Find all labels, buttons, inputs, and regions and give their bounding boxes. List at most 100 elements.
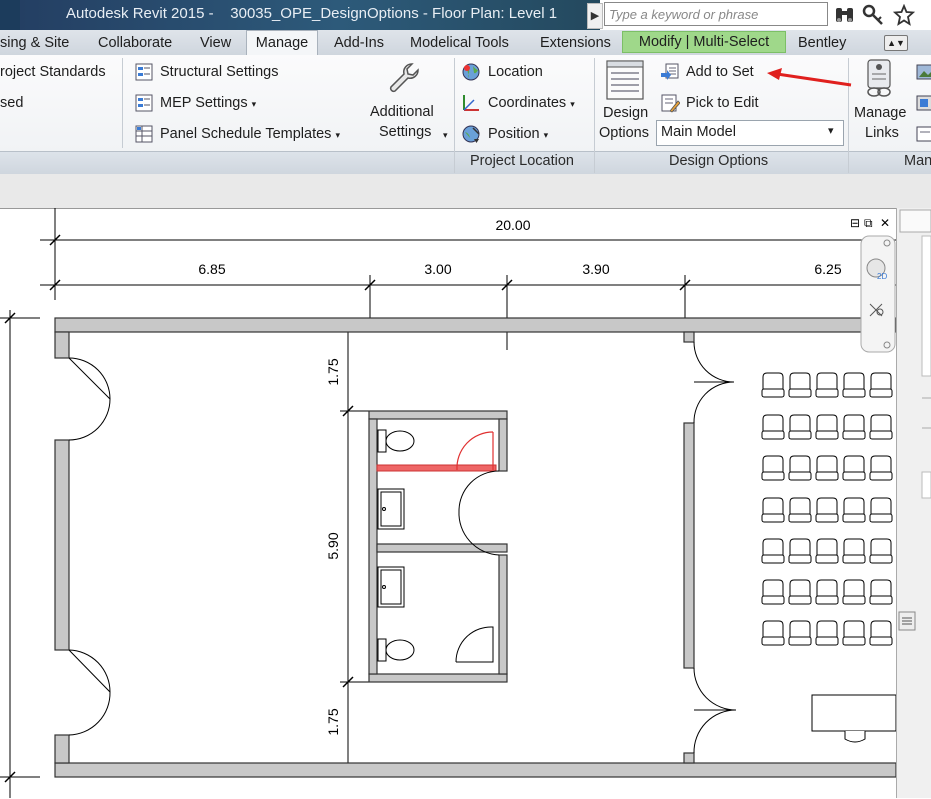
- purge-unused-button[interactable]: sed: [0, 95, 23, 111]
- floor-plan-drawing[interactable]: 20.00 6.85 3.00 3.90 6.25 1.75 5.90 1.75…: [0, 208, 896, 798]
- manage-images-icon[interactable]: [915, 62, 931, 82]
- view-close-button[interactable]: ✕: [880, 216, 890, 230]
- window-title: Autodesk Revit 2015 - 30035_OPE_DesignOp…: [66, 5, 558, 22]
- seat: [842, 414, 866, 440]
- search-input[interactable]: Type a keyword or phrase: [604, 2, 828, 26]
- seat: [869, 497, 893, 523]
- tab-modelical-tools[interactable]: Modelical Tools: [410, 33, 509, 54]
- dimension-seg4: 6.25: [814, 261, 841, 277]
- design-options-button-line1[interactable]: Design: [603, 105, 648, 121]
- seat: [815, 538, 839, 564]
- seat: [842, 579, 866, 605]
- add-to-set-button[interactable]: Add to Set: [686, 64, 754, 80]
- seat: [869, 579, 893, 605]
- properties-panel-fragment: [898, 209, 931, 631]
- tab-manage[interactable]: Manage: [246, 30, 318, 55]
- position-label: Position: [488, 126, 540, 142]
- navigation-bar[interactable]: 2D: [860, 235, 896, 353]
- seat: [815, 579, 839, 605]
- panel-schedule-templates-button[interactable]: Panel Schedule Templates ▾: [160, 126, 340, 142]
- star-icon[interactable]: [893, 4, 915, 26]
- tab-add-ins[interactable]: Add-Ins: [334, 33, 384, 54]
- dimension-seg1: 6.85: [198, 261, 225, 277]
- dimension-lines: [0, 208, 896, 798]
- decal-types-icon[interactable]: [915, 93, 931, 113]
- seating-grid: [761, 372, 893, 646]
- seat: [788, 455, 812, 481]
- tab-massing-site[interactable]: sing & Site: [0, 33, 69, 54]
- coordinates-button[interactable]: Coordinates ▾: [488, 95, 575, 111]
- separator: [454, 58, 455, 173]
- seat: [761, 538, 785, 564]
- seat: [842, 497, 866, 523]
- seat: [788, 497, 812, 523]
- design-options-button-line2[interactable]: Options: [599, 125, 649, 141]
- add-to-set-icon: [661, 63, 679, 80]
- selected-door[interactable]: [456, 431, 494, 471]
- seat: [788, 372, 812, 398]
- mep-settings-button[interactable]: MEP Settings ▾: [160, 95, 256, 111]
- selected-partition[interactable]: [376, 464, 497, 472]
- design-options-panel-label: Design Options: [669, 153, 769, 169]
- active-design-option-value: Main Model: [661, 124, 736, 140]
- mep-settings-label: MEP Settings: [160, 95, 248, 111]
- manage-project-panel-label: Man: [904, 153, 931, 169]
- seat: [815, 455, 839, 481]
- tab-collaborate[interactable]: Collaborate: [98, 33, 172, 54]
- chevron-down-icon: ▾: [251, 99, 257, 109]
- chevron-down-icon[interactable]: ▾: [443, 130, 448, 141]
- seat: [869, 372, 893, 398]
- location-button[interactable]: Location: [488, 64, 543, 80]
- dimension-seg3: 3.90: [582, 261, 609, 277]
- tab-modify-multi-select[interactable]: Modify | Multi-Select: [622, 31, 786, 53]
- tab-extensions[interactable]: Extensions: [540, 33, 611, 54]
- additional-settings-label: Settings: [379, 124, 432, 140]
- coordinates-label: Coordinates: [488, 95, 567, 111]
- view-minimize-button[interactable]: ⊟: [850, 216, 860, 230]
- nav-2d-label: 2D: [877, 272, 887, 281]
- seat: [788, 538, 812, 564]
- design-options-icon: [606, 60, 644, 100]
- tab-bentley[interactable]: Bentley: [798, 33, 846, 54]
- manage-links-button-line2[interactable]: Links: [865, 125, 899, 141]
- pick-to-edit-icon: [661, 94, 680, 113]
- ribbon-panel-label-bar: [0, 151, 931, 175]
- structural-settings-button[interactable]: Structural Settings: [160, 64, 278, 80]
- project-location-panel-label[interactable]: Project Location: [470, 153, 574, 169]
- seat: [761, 455, 785, 481]
- app-menu-button[interactable]: [0, 0, 20, 30]
- annotation-arrow: [767, 68, 852, 87]
- manage-links-button-line1[interactable]: Manage: [854, 105, 906, 121]
- seat: [842, 372, 866, 398]
- seat: [788, 414, 812, 440]
- chevron-down-icon: ▾: [543, 130, 549, 140]
- panel-schedule-icon: [135, 125, 153, 143]
- seat: [761, 497, 785, 523]
- title-expand-button[interactable]: ▶: [587, 3, 603, 29]
- seat: [761, 620, 785, 646]
- ribbon-minimize-button[interactable]: ▲▼: [884, 35, 908, 51]
- position-button[interactable]: Position ▾: [488, 126, 548, 142]
- seat: [788, 579, 812, 605]
- view-restore-button[interactable]: ⧉: [864, 216, 873, 230]
- seat: [761, 579, 785, 605]
- structural-settings-icon: [135, 63, 153, 81]
- seat: [761, 414, 785, 440]
- additional-settings-line2[interactable]: Settings: [379, 124, 431, 140]
- key-icon[interactable]: [862, 4, 884, 26]
- additional-settings-line1[interactable]: Additional: [370, 104, 434, 120]
- project-standards-button[interactable]: roject Standards: [0, 64, 106, 80]
- seat: [869, 538, 893, 564]
- chevron-down-icon: ▾: [335, 130, 340, 140]
- tab-view[interactable]: View: [200, 33, 231, 54]
- binoculars-icon[interactable]: [834, 4, 856, 26]
- starting-view-icon[interactable]: [915, 124, 931, 144]
- dimension-vert-bottom: 1.75: [325, 708, 341, 735]
- separator: [594, 58, 595, 173]
- chevron-down-icon[interactable]: ▾: [828, 124, 834, 137]
- pick-to-edit-button[interactable]: Pick to Edit: [686, 95, 759, 111]
- seat: [815, 620, 839, 646]
- seat: [842, 455, 866, 481]
- separator: [122, 58, 123, 148]
- chevron-down-icon: ▾: [570, 99, 575, 109]
